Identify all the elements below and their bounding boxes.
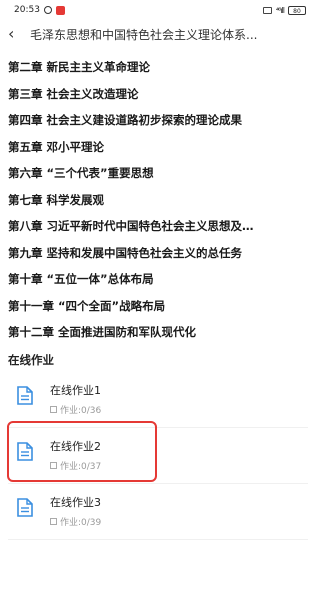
document-icon	[12, 441, 38, 461]
signal-icon: ⁴⁶ıll	[275, 5, 285, 15]
online-homework-section-title: 在线作业	[8, 352, 54, 367]
homework-title: 在线作业2	[50, 439, 101, 453]
homework-item[interactable]: 在线作业2 作业:0/37	[8, 428, 308, 484]
homework-meta: 作业:0/39	[50, 515, 101, 528]
homework-meta: 作业:0/36	[50, 403, 101, 416]
chapter-item[interactable]: 第四章 社会主义建设道路初步探索的理论成果	[0, 107, 316, 134]
chapter-item[interactable]: 第六章 “三个代表”重要思想	[0, 160, 316, 187]
document-icon	[12, 385, 38, 405]
notification-icon	[55, 5, 65, 15]
list-icon	[50, 461, 57, 469]
document-icon	[12, 497, 38, 517]
chapter-item[interactable]: 第八章 习近平新时代中国特色社会主义思想及…	[0, 213, 316, 240]
homework-progress: 作业:0/39	[60, 517, 102, 528]
alarm-icon	[43, 6, 52, 14]
chapter-item[interactable]: 第五章 邓小平理论	[0, 134, 316, 161]
homework-text: 在线作业2 作业:0/37	[50, 438, 101, 472]
homework-list: 在线作业1 作业:0/36 在线作业2 作业:0/37 在线作业3 作业:0/3…	[0, 372, 316, 540]
chapter-list: 第二章 新民主主义革命理论 第三章 社会主义改造理论 第四章 社会主义建设道路初…	[0, 54, 316, 346]
message-icon	[262, 6, 272, 14]
homework-text: 在线作业3 作业:0/39	[50, 494, 101, 528]
chapter-item[interactable]: 第十二章 全面推进国防和军队现代化	[0, 319, 316, 346]
page-title: 毛泽东思想和中国特色社会主义理论体系...	[30, 27, 258, 42]
homework-title: 在线作业3	[50, 495, 101, 509]
chapter-item[interactable]: 第十一章 “四个全面”战略布局	[0, 293, 316, 320]
chapter-item[interactable]: 第十章 “五位一体”总体布局	[0, 266, 316, 293]
chapter-item[interactable]: 第三章 社会主义改造理论	[0, 81, 316, 108]
homework-progress: 作业:0/37	[60, 461, 102, 472]
list-icon	[50, 405, 57, 413]
status-left: 20:53	[14, 5, 65, 15]
homework-text: 在线作业1 作业:0/36	[50, 382, 101, 416]
homework-progress: 作业:0/36	[60, 405, 102, 416]
homework-title: 在线作业1	[50, 383, 101, 397]
back-icon[interactable]: ‹	[8, 26, 24, 42]
chapter-item[interactable]: 第七章 科学发展观	[0, 187, 316, 214]
status-time: 20:53	[14, 5, 40, 15]
homework-item[interactable]: 在线作业1 作业:0/36	[8, 372, 308, 428]
chapter-item[interactable]: 第九章 坚持和发展中国特色社会主义的总任务	[0, 240, 316, 267]
battery-icon: 80	[288, 5, 306, 15]
homework-meta: 作业:0/37	[50, 459, 101, 472]
header: ‹ 毛泽东思想和中国特色社会主义理论体系...	[0, 20, 316, 48]
status-bar: 20:53 ⁴⁶ıll 80	[0, 0, 316, 20]
list-icon	[50, 517, 57, 525]
status-right: ⁴⁶ıll 80	[262, 5, 306, 15]
chapter-item[interactable]: 第二章 新民主主义革命理论	[0, 54, 316, 81]
homework-item[interactable]: 在线作业3 作业:0/39	[8, 484, 308, 540]
